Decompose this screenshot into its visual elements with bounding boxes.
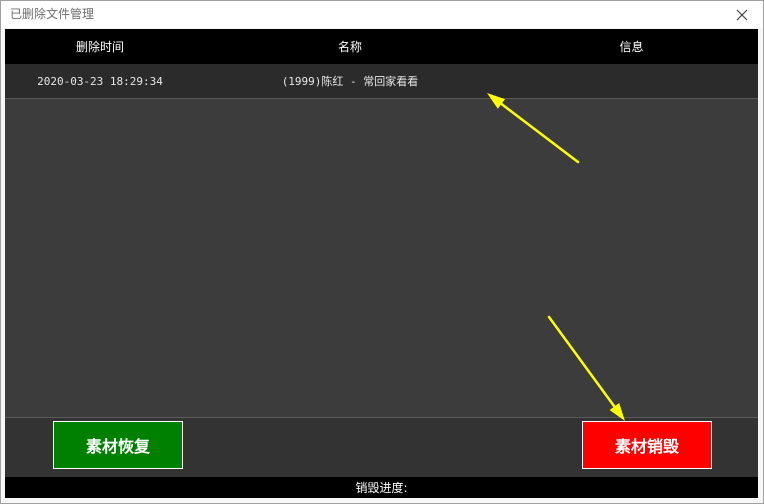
cell-name: (1999)陈红 - 常回家看看 — [281, 75, 419, 88]
column-header-deleted-time: 删除时间 — [75, 40, 124, 54]
close-icon — [736, 9, 748, 21]
window-title: 已删除文件管理 — [10, 7, 95, 21]
cell-info — [505, 64, 758, 98]
deleted-files-table: 删除时间 名称 信息 2020-03-23 18:29:34 (1999)陈红 … — [5, 29, 758, 417]
column-header-name: 名称 — [337, 40, 362, 54]
restore-button[interactable]: 素材恢复 — [53, 421, 183, 469]
destroy-progress-label: 销毁进度: — [355, 481, 408, 495]
table-header: 删除时间 名称 信息 — [5, 29, 758, 64]
status-bar: 销毁进度: — [5, 477, 758, 498]
action-panel: 素材恢复 素材销毁 — [5, 417, 758, 477]
content-area: 删除时间 名称 信息 2020-03-23 18:29:34 (1999)陈红 … — [5, 29, 758, 498]
table-row[interactable]: 2020-03-23 18:29:34 (1999)陈红 - 常回家看看 — [5, 64, 758, 99]
cell-deleted-time: 2020-03-23 18:29:34 — [37, 74, 163, 88]
title-bar: 已删除文件管理 — [1, 1, 763, 28]
destroy-button[interactable]: 素材销毁 — [582, 421, 712, 469]
close-button[interactable] — [734, 7, 750, 23]
deleted-files-window: 已删除文件管理 删除时间 名称 信息 2020-03-23 18:29:34 (… — [0, 0, 764, 504]
column-header-info: 信息 — [619, 40, 644, 54]
